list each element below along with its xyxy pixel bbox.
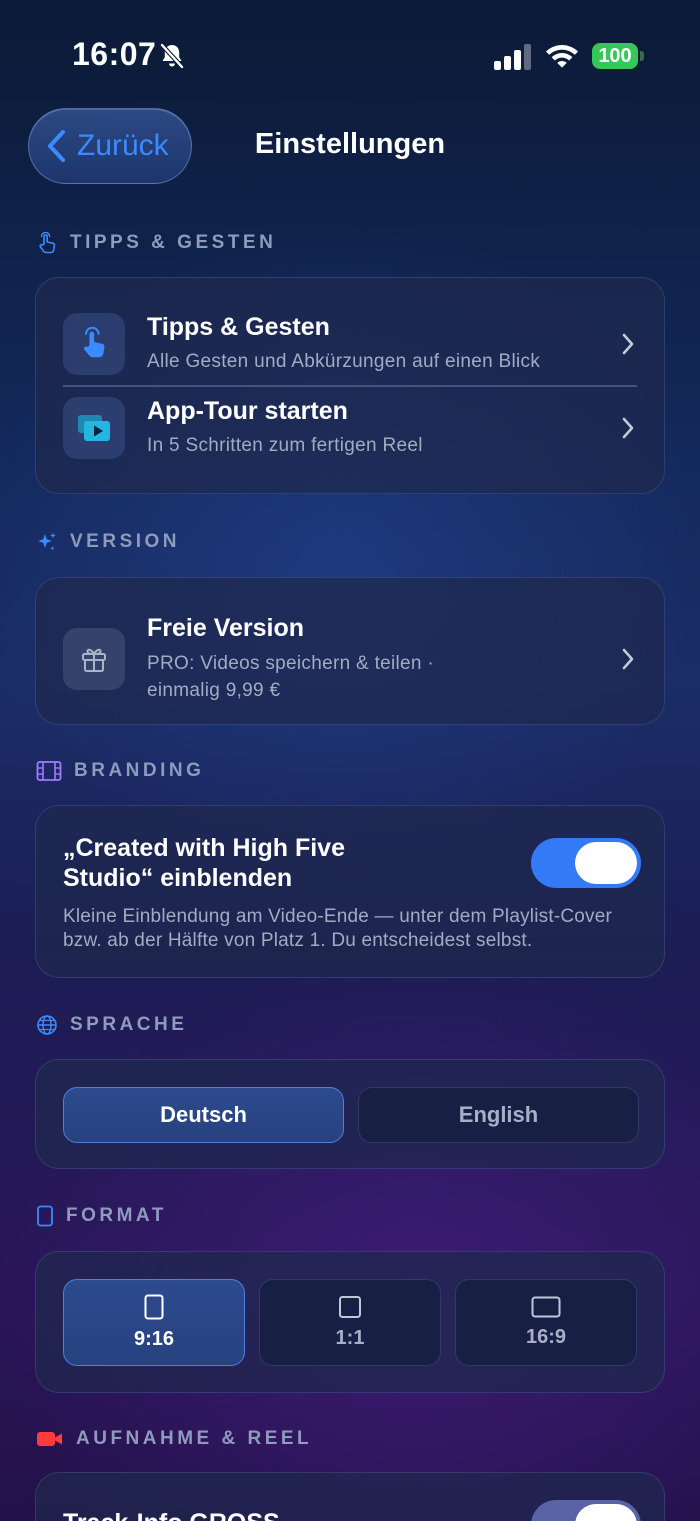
- tips-icon-tile: [63, 313, 125, 375]
- format-option-1-1[interactable]: 1:1: [259, 1279, 441, 1366]
- list-item-tips-gestures[interactable]: Tipps & Gesten Alle Gesten und Abkürzung…: [63, 313, 644, 375]
- branding-desc-line: bzw. ab der Hälfte von Platz 1. Du entsc…: [63, 930, 533, 951]
- cellular-signal-icon: [494, 44, 531, 70]
- landscape-frame-icon: [531, 1296, 561, 1318]
- wifi-icon: [546, 45, 578, 68]
- back-button[interactable]: Zurück: [28, 108, 192, 184]
- recording-card: Track-Info GROSS: [35, 1472, 665, 1521]
- list-item-title: App-Tour starten: [147, 397, 348, 425]
- tips-card: Tipps & Gesten Alle Gesten und Abkürzung…: [35, 277, 665, 494]
- branding-desc-line: Kleine Einblendung am Video-Ende — unter…: [63, 906, 613, 927]
- battery-tip: [640, 51, 644, 61]
- battery-level: 100: [592, 43, 638, 69]
- page-title: Einstellungen: [254, 128, 446, 160]
- gift-icon-tile: [63, 628, 125, 690]
- chevron-left-icon: [48, 130, 65, 162]
- language-option-english[interactable]: English: [358, 1087, 639, 1143]
- branding-title-line: Studio“ einblenden: [63, 864, 293, 892]
- hand-tap-icon: [39, 232, 56, 254]
- app-tour-icon-tile: [63, 397, 125, 459]
- format-option-label: 9:16: [133, 1328, 175, 1350]
- list-item-title: Freie Version: [147, 614, 305, 642]
- section-header-label: VERSION: [70, 531, 181, 552]
- format-option-label: 1:1: [335, 1327, 365, 1349]
- section-header-label: BRANDING: [74, 760, 205, 781]
- chevron-right-icon: [622, 648, 634, 670]
- list-item-subtitle: Alle Gesten und Abkürzungen auf einen Bl…: [147, 351, 541, 372]
- section-header-tips: TIPPS & GESTEN: [36, 232, 276, 254]
- section-header-label: FORMAT: [66, 1205, 167, 1226]
- toggle-knob: [575, 1504, 637, 1521]
- section-header-label: AUFNAHME & REEL: [76, 1428, 313, 1449]
- format-option-9-16[interactable]: 9:16: [63, 1279, 245, 1366]
- video-play-icon: [78, 415, 110, 441]
- portrait-frame-icon: [144, 1294, 164, 1320]
- language-option-deutsch[interactable]: Deutsch: [63, 1087, 344, 1143]
- list-item-subtitle: In 5 Schritten zum fertigen Reel: [147, 435, 423, 456]
- section-header-language: SPRACHE: [36, 1014, 187, 1036]
- list-item-free-version[interactable]: Freie Version PRO: Videos speichern & te…: [63, 614, 644, 704]
- branding-toggle-label: „Created with High Five Studio“ einblend…: [63, 833, 345, 893]
- list-item-title: Tipps & Gesten: [147, 313, 330, 341]
- branding-toggle[interactable]: [531, 838, 641, 888]
- list-item-subtitle: PRO: Videos speichern & teilen ·: [147, 653, 435, 674]
- sparkles-icon: [38, 532, 56, 551]
- chevron-right-icon: [622, 417, 634, 439]
- section-header-branding: BRANDING: [36, 760, 204, 782]
- branding-card: „Created with High Five Studio“ einblend…: [35, 805, 665, 978]
- chevron-right-icon: [622, 333, 634, 355]
- toggle-knob: [575, 842, 637, 884]
- language-card: Deutsch English: [35, 1059, 665, 1169]
- gift-icon: [82, 648, 106, 672]
- track-info-toggle[interactable]: [531, 1500, 641, 1521]
- recording-first-item-label: Track-Info GROSS: [63, 1509, 280, 1521]
- section-header-label: TIPPS & GESTEN: [70, 232, 277, 253]
- format-option-label: 16:9: [525, 1326, 567, 1348]
- portrait-rectangle-icon: [37, 1205, 53, 1227]
- globe-icon: [37, 1015, 57, 1035]
- branding-description: Kleine Einblendung am Video-Ende — unter…: [63, 905, 612, 953]
- film-icon: [36, 761, 62, 781]
- section-header-label: SPRACHE: [70, 1014, 188, 1035]
- status-time: 16:07: [72, 36, 157, 72]
- list-item-app-tour[interactable]: App-Tour starten In 5 Schritten zum fert…: [63, 397, 644, 459]
- battery-indicator: 100: [592, 43, 644, 69]
- section-header-version: VERSION: [36, 531, 180, 553]
- square-frame-icon: [339, 1296, 361, 1318]
- back-button-label: Zurück: [77, 129, 169, 162]
- format-card: 9:16 1:1 16:9: [35, 1251, 665, 1393]
- divider: [63, 385, 637, 387]
- section-header-format: FORMAT: [36, 1205, 167, 1227]
- version-card: Freie Version PRO: Videos speichern & te…: [35, 577, 665, 725]
- bell-muted-icon: [160, 43, 184, 69]
- list-item-subtitle: einmalig 9,99 €: [147, 680, 281, 701]
- hand-tap-icon: [84, 327, 105, 358]
- format-option-16-9[interactable]: 16:9: [455, 1279, 637, 1366]
- video-camera-icon: [37, 1432, 62, 1446]
- section-header-recording: AUFNAHME & REEL: [36, 1428, 312, 1450]
- branding-title-line: „Created with High Five: [63, 834, 345, 862]
